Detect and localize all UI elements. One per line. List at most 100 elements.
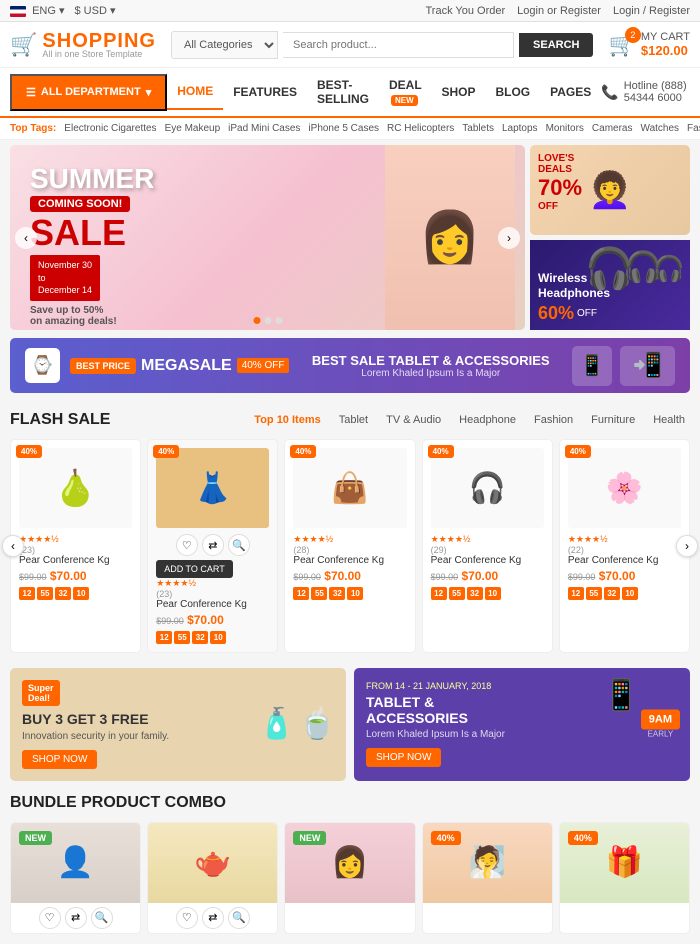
countdown-4: 12 55 32 10: [431, 587, 544, 600]
countdown-1: 12 55 32 10: [19, 587, 132, 600]
stars-2: ★★★★½: [156, 578, 269, 589]
product-img-3: 👜: [293, 448, 406, 528]
love-deals-off: OFF: [538, 201, 582, 212]
promo-left-shop-now[interactable]: SHOP NOW: [22, 750, 97, 769]
nav-link-deal[interactable]: DEAL NEW: [379, 68, 431, 116]
tag-tablets[interactable]: Tablets: [462, 123, 494, 134]
tags-bar: Top Tags: Electronic Cigarettes Eye Make…: [0, 118, 700, 140]
nav-link-bestselling[interactable]: BEST-SELLING: [307, 68, 379, 116]
promo-product-icon-2: 🍵: [299, 707, 336, 742]
promo-banners-row: SuperDeal! BUY 3 GET 3 FREE Innovation s…: [10, 668, 690, 781]
top-bar-right: Track You Order Login or Register Login …: [425, 5, 690, 17]
hero-prev-button[interactable]: ‹: [15, 227, 37, 249]
price-row-3: $99.00 $70.00: [293, 569, 406, 583]
product-card-5: 40% 🌸 ★★★★½ (22) Pear Conference Kg $99.…: [559, 439, 690, 653]
tag-rc[interactable]: RC Helicopters: [387, 123, 454, 134]
bundle-wishlist-2[interactable]: ♡: [176, 907, 198, 929]
nav-link-features[interactable]: FEATURES: [223, 75, 307, 109]
bundle-compare-2[interactable]: ⇄: [202, 907, 224, 929]
bundle-badge-sale-5: 40%: [568, 831, 598, 845]
mega-center-title: BEST SALE TABLET & ACCESSORIES: [312, 353, 550, 368]
price-old-4: $99.00: [431, 572, 459, 582]
hero-dot-1[interactable]: [253, 317, 260, 324]
countdown-hours-2: 12: [156, 631, 172, 644]
hero-save-text: Save up to 50%on amazing deals!: [30, 305, 154, 327]
product-badge-5: 40%: [565, 445, 591, 458]
fruit-icon-1: 🍐: [54, 468, 98, 509]
currency-label: USD: [84, 5, 107, 17]
tag-iphone[interactable]: iPhone 5 Cases: [308, 123, 379, 134]
nav-link-blog[interactable]: BLOG: [485, 75, 540, 109]
mega-text: BEST PRICE MEGASALE 40% OFF: [70, 357, 289, 375]
cart-area[interactable]: 🛒 2 MY CART $120.00: [608, 31, 690, 58]
products-next-button[interactable]: ›: [676, 535, 698, 557]
category-select[interactable]: All Categories: [171, 31, 278, 59]
price-new-4: $70.00: [461, 569, 498, 583]
tag-eye-makeup[interactable]: Eye Makeup: [165, 123, 221, 134]
login-register-link-2[interactable]: Login / Register: [613, 5, 690, 17]
department-button[interactable]: ☰ ALL DEPARTMENT ▾: [10, 74, 167, 111]
review-count-4: (29): [431, 545, 544, 555]
language-selector[interactable]: ENG ▾: [10, 4, 64, 17]
compare-btn-2[interactable]: ⇄: [202, 534, 224, 556]
promo-right-shop-now[interactable]: SHOP NOW: [366, 748, 441, 767]
product-card-1: 40% 🍐 ★★★★½ (23) Pear Conference Kg $99.…: [10, 439, 141, 653]
wishlist-btn-2[interactable]: ♡: [176, 534, 198, 556]
bundle-card-2: 🫖 ♡ ⇄ 🔍: [147, 822, 278, 934]
mega-center-sub: Lorem Khaled Ipsum Is a Major: [312, 368, 550, 379]
cart-price: $120.00: [641, 43, 690, 58]
nav-link-shop[interactable]: SHOP: [431, 75, 485, 109]
tag-fashions[interactable]: Fashions: [687, 123, 700, 134]
super-deal-badge: SuperDeal!: [22, 680, 60, 706]
tab-fashion[interactable]: Fashion: [529, 412, 578, 428]
tab-top10[interactable]: Top 10 Items: [249, 412, 325, 428]
love-deals-text: LOVE'SDEALS: [538, 153, 582, 175]
countdown-min-5: 55: [586, 587, 602, 600]
tab-furniture[interactable]: Furniture: [586, 412, 640, 428]
flash-sale-tabs: Top 10 Items Tablet TV & Audio Headphone…: [249, 412, 690, 428]
mega-sale-banner: ⌚ BEST PRICE MEGASALE 40% OFF BEST SALE …: [10, 338, 690, 393]
bundle-quickview-2[interactable]: 🔍: [228, 907, 250, 929]
bundle-quickview-1[interactable]: 🔍: [91, 907, 113, 929]
countdown-ms-4: 10: [485, 587, 501, 600]
tab-health[interactable]: Health: [648, 412, 690, 428]
tag-laptops[interactable]: Laptops: [502, 123, 538, 134]
love-deals-percent: 70%: [538, 175, 582, 201]
tag-electronic[interactable]: Electronic Cigarettes: [64, 123, 156, 134]
product-actions-2: ♡ ⇄ 🔍: [156, 534, 269, 556]
flash-sale-title: FLASH SALE: [10, 411, 110, 429]
hero-next-button[interactable]: ›: [498, 227, 520, 249]
track-order-link[interactable]: Track You Order: [425, 5, 505, 17]
product-card-3: 40% 👜 ★★★★½ (28) Pear Conference Kg $99.…: [284, 439, 415, 653]
tag-cameras[interactable]: Cameras: [592, 123, 633, 134]
quickview-btn-2[interactable]: 🔍: [228, 534, 250, 556]
bundle-wishlist-1[interactable]: ♡: [39, 907, 61, 929]
bundle-compare-1[interactable]: ⇄: [65, 907, 87, 929]
price-old-1: $99.00: [19, 572, 47, 582]
countdown-min-1: 55: [37, 587, 53, 600]
hero-main-banner: SUMMER COMING SOON! SALE November 30toDe…: [10, 145, 525, 330]
tab-tv-audio[interactable]: TV & Audio: [381, 412, 446, 428]
search-input[interactable]: [283, 32, 514, 58]
tab-headphone[interactable]: Headphone: [454, 412, 521, 428]
bundle-header: BUNDLE PRODUCT COMBO: [10, 794, 690, 812]
currency-selector[interactable]: $ USD ▾: [74, 4, 115, 17]
hero-dot-2[interactable]: [264, 317, 271, 324]
nav-link-pages[interactable]: PAGES: [540, 75, 601, 109]
tag-ipad[interactable]: iPad Mini Cases: [228, 123, 300, 134]
headphones-discount: 60% OFF: [538, 303, 610, 324]
tag-monitors[interactable]: Monitors: [546, 123, 584, 134]
nav-link-home[interactable]: HOME: [167, 74, 223, 110]
hero-dot-3[interactable]: [275, 317, 282, 324]
login-register-link[interactable]: Login or Register: [517, 5, 601, 17]
product-img-5: 🌸: [568, 448, 681, 528]
tab-tablet[interactable]: Tablet: [334, 412, 373, 428]
header: 🛒 SHOPPING All in one Store Template All…: [0, 22, 700, 68]
countdown-sec-1: 32: [55, 587, 71, 600]
bag-icon: 👜: [331, 471, 368, 506]
tag-watches[interactable]: Watches: [641, 123, 680, 134]
products-prev-button[interactable]: ‹: [2, 535, 24, 557]
tags-label: Top Tags:: [10, 123, 56, 134]
search-button[interactable]: SEARCH: [519, 33, 593, 57]
add-to-cart-button-2[interactable]: ADD TO CART: [156, 560, 233, 578]
